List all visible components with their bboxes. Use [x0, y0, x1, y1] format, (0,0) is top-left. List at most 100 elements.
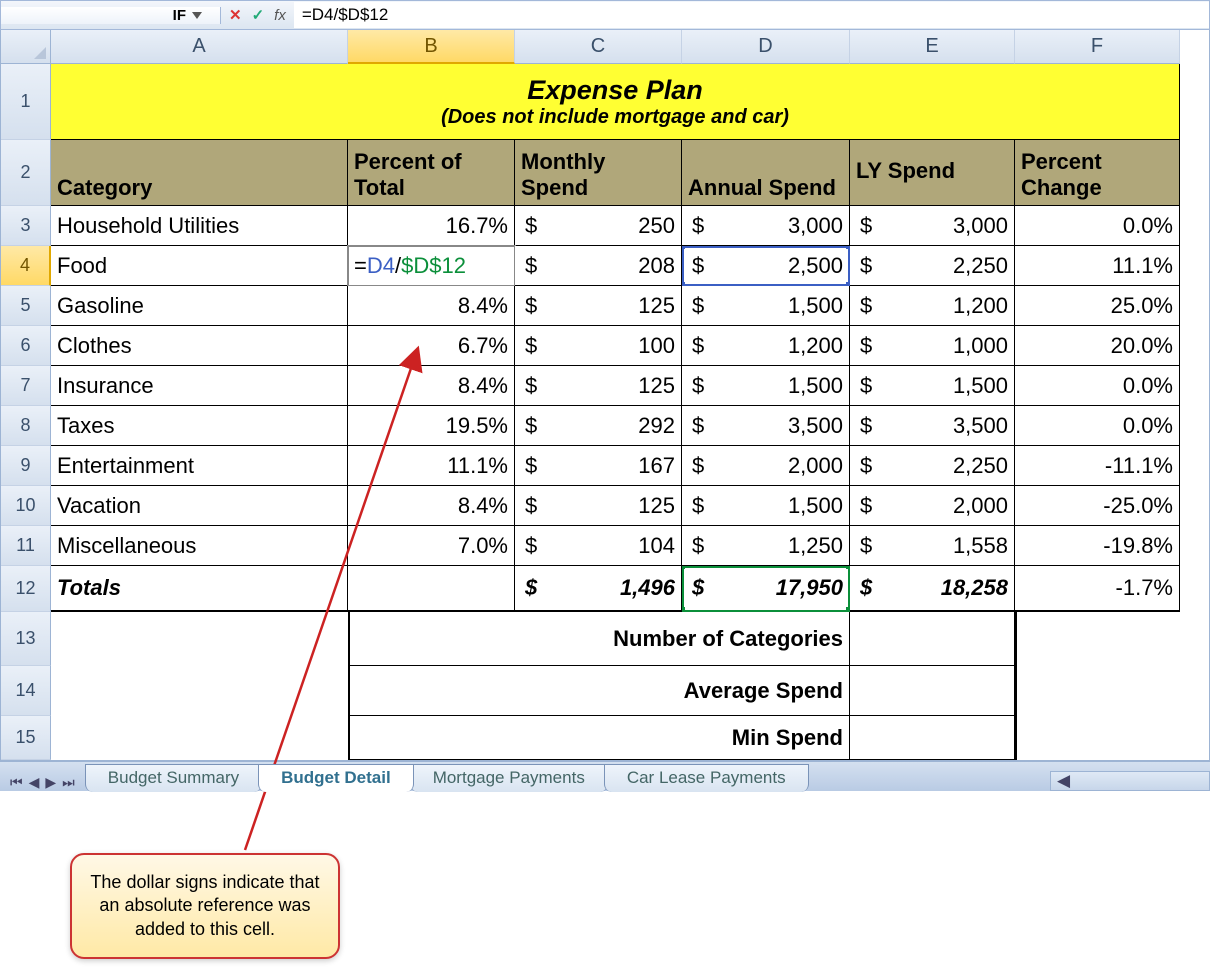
row-header-7[interactable]: 7: [1, 366, 51, 406]
tab-first-icon[interactable]: ⏮: [10, 774, 23, 791]
row-header-8[interactable]: 8: [1, 406, 51, 446]
cell[interactable]: -1.7%: [1015, 566, 1180, 612]
cell-category[interactable]: Miscellaneous: [51, 526, 348, 566]
column-header-C[interactable]: Monthly Spend: [515, 140, 682, 206]
row-header-5[interactable]: 5: [1, 286, 51, 326]
cell-ly[interactable]: $1,558: [850, 526, 1015, 566]
grid-body[interactable]: Expense Plan(Does not include mortgage a…: [51, 64, 1209, 760]
row-header-4[interactable]: 4: [1, 246, 51, 286]
cell-monthly[interactable]: $250: [515, 206, 682, 246]
cell-annual[interactable]: $1,200: [682, 326, 850, 366]
cell-ly[interactable]: $2,000: [850, 486, 1015, 526]
cell-ly[interactable]: $1,500: [850, 366, 1015, 406]
cell-ly[interactable]: $3,000: [850, 206, 1015, 246]
row-header-1[interactable]: 1: [1, 64, 51, 140]
cell-ly[interactable]: $1,000: [850, 326, 1015, 366]
row-header-13[interactable]: 13: [1, 612, 51, 666]
cell-monthly[interactable]: $208: [515, 246, 682, 286]
name-box[interactable]: IF: [1, 7, 221, 24]
row-header-10[interactable]: 10: [1, 486, 51, 526]
cell-monthly[interactable]: $104: [515, 526, 682, 566]
row-header-2[interactable]: 2: [1, 140, 51, 206]
tab-next-icon[interactable]: ▶: [45, 774, 56, 791]
cell-change[interactable]: 0.0%: [1015, 406, 1180, 446]
cell-annual[interactable]: $3,500: [682, 406, 850, 446]
cell-annual[interactable]: $3,000: [682, 206, 850, 246]
cell[interactable]: [51, 716, 348, 760]
cancel-icon[interactable]: ✕: [229, 6, 242, 24]
cell-percent[interactable]: 19.5%: [348, 406, 515, 446]
cell[interactable]: [850, 612, 1015, 666]
cell-percent[interactable]: 11.1%: [348, 446, 515, 486]
cell[interactable]: $18,258: [850, 566, 1015, 612]
totals-label[interactable]: Totals: [51, 566, 348, 612]
cell-percent[interactable]: 16.7%: [348, 206, 515, 246]
col-header-A[interactable]: A: [51, 30, 348, 64]
cell-annual[interactable]: $1,250: [682, 526, 850, 566]
cell-editing-formula[interactable]: =D4/$D$12: [348, 246, 515, 286]
cell-percent[interactable]: 8.4%: [348, 366, 515, 406]
cell-change[interactable]: -25.0%: [1015, 486, 1180, 526]
cell-ly[interactable]: $2,250: [850, 246, 1015, 286]
cell-category[interactable]: Taxes: [51, 406, 348, 446]
column-header-D[interactable]: Annual Spend: [682, 140, 850, 206]
row-header-11[interactable]: 11: [1, 526, 51, 566]
title-cell[interactable]: Expense Plan(Does not include mortgage a…: [51, 64, 1180, 140]
cell[interactable]: [850, 666, 1015, 716]
column-header-A[interactable]: Category: [51, 140, 348, 206]
column-header-B[interactable]: Percent of Total: [348, 140, 515, 206]
row-header-15[interactable]: 15: [1, 716, 51, 760]
cell-category[interactable]: Food: [51, 246, 348, 286]
cell-change[interactable]: -19.8%: [1015, 526, 1180, 566]
cell-change[interactable]: 0.0%: [1015, 206, 1180, 246]
cell[interactable]: [348, 566, 515, 612]
scroll-left-icon[interactable]: ◀: [1051, 771, 1076, 791]
cell-category[interactable]: Insurance: [51, 366, 348, 406]
cell[interactable]: [1015, 716, 1180, 760]
col-header-C[interactable]: C: [515, 30, 682, 64]
summary-label[interactable]: Min Spend: [348, 716, 850, 760]
cell-annual[interactable]: $1,500: [682, 486, 850, 526]
cell-annual[interactable]: $1,500: [682, 366, 850, 406]
enter-icon[interactable]: ✓: [252, 6, 265, 24]
formula-input[interactable]: =D4/$D$12: [294, 2, 1209, 28]
cell-category[interactable]: Clothes: [51, 326, 348, 366]
cell[interactable]: [51, 612, 348, 666]
cell-monthly[interactable]: $100: [515, 326, 682, 366]
col-header-F[interactable]: F: [1015, 30, 1180, 64]
cell-percent[interactable]: 8.4%: [348, 486, 515, 526]
cell[interactable]: [1015, 612, 1180, 666]
cell-monthly[interactable]: $125: [515, 366, 682, 406]
cell-category[interactable]: Gasoline: [51, 286, 348, 326]
col-header-B[interactable]: B: [348, 30, 515, 64]
row-header-6[interactable]: 6: [1, 326, 51, 366]
cell-change[interactable]: 25.0%: [1015, 286, 1180, 326]
cell-category[interactable]: Vacation: [51, 486, 348, 526]
cell-monthly[interactable]: $125: [515, 486, 682, 526]
cell-percent[interactable]: 6.7%: [348, 326, 515, 366]
select-all-corner[interactable]: [1, 30, 51, 64]
cell-monthly[interactable]: $292: [515, 406, 682, 446]
sheet-tab[interactable]: Mortgage Payments: [410, 764, 608, 792]
cell[interactable]: [850, 716, 1015, 760]
cell-percent[interactable]: 7.0%: [348, 526, 515, 566]
tab-last-icon[interactable]: ⏭: [62, 774, 75, 791]
cell-change[interactable]: -11.1%: [1015, 446, 1180, 486]
column-header-F[interactable]: Percent Change: [1015, 140, 1180, 206]
cell-ly[interactable]: $1,200: [850, 286, 1015, 326]
cell-change[interactable]: 20.0%: [1015, 326, 1180, 366]
sheet-tab[interactable]: Budget Detail: [258, 764, 414, 792]
tab-prev-icon[interactable]: ◀: [29, 774, 40, 791]
row-header-9[interactable]: 9: [1, 446, 51, 486]
cell[interactable]: $17,950: [682, 566, 850, 612]
cell-annual[interactable]: $2,000: [682, 446, 850, 486]
summary-label[interactable]: Number of Categories: [348, 612, 850, 666]
col-header-D[interactable]: D: [682, 30, 850, 64]
cell[interactable]: $1,496: [515, 566, 682, 612]
cell-category[interactable]: Household Utilities: [51, 206, 348, 246]
cell[interactable]: [1015, 666, 1180, 716]
col-header-E[interactable]: E: [850, 30, 1015, 64]
cell[interactable]: [51, 666, 348, 716]
horizontal-scrollbar[interactable]: ◀: [1050, 771, 1210, 791]
row-header-14[interactable]: 14: [1, 666, 51, 716]
